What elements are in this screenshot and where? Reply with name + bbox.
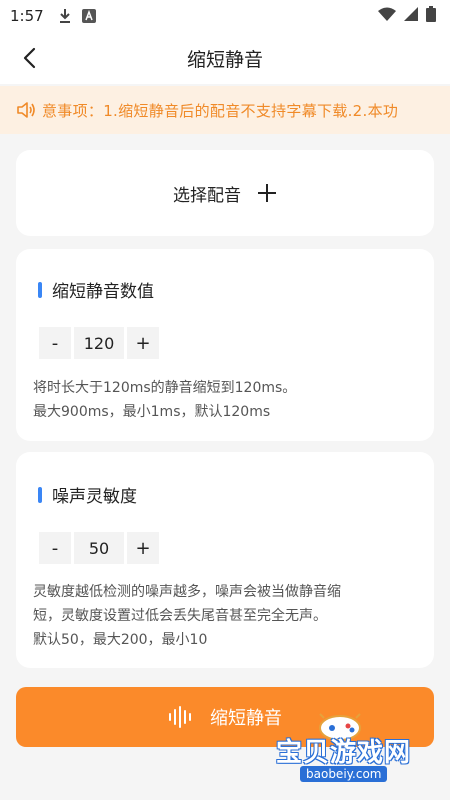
noise-description: 灵敏度越低检测的噪声越多，噪声会被当做静音缩 短，灵敏度设置过低会丢失尾音甚至完… <box>33 580 418 652</box>
status-time: 1:57 <box>10 7 44 25</box>
silence-desc-line: 最大900ms，最小1ms，默认120ms <box>33 404 271 420</box>
silence-stepper: - 120 + <box>39 327 159 359</box>
silence-description: 将时长大于120ms的静音缩短到120ms。 最大900ms，最小1ms，默认1… <box>33 376 418 424</box>
section-marker <box>38 486 42 503</box>
noise-value[interactable]: 50 <box>74 532 124 564</box>
silence-increment-button[interactable]: + <box>127 327 159 359</box>
notice-text: 意事项：1.缩短静音后的配音不支持字幕下载.2.本功 <box>42 101 399 120</box>
noise-section-title: 噪声灵敏度 <box>52 487 137 507</box>
chevron-left-icon <box>23 47 36 69</box>
silence-desc-line: 将时长大于120ms的静音缩短到120ms。 <box>33 380 297 396</box>
noise-desc-line: 默认50，最大200，最小10 <box>33 632 208 648</box>
silence-value[interactable]: 120 <box>74 327 124 359</box>
status-bar: 1:57 <box>0 0 450 32</box>
notice-banner: 意事项：1.缩短静音后的配音不支持字幕下载.2.本功 <box>0 86 450 134</box>
section-marker <box>38 281 42 298</box>
silence-section-header: 缩短静音数值 <box>38 277 154 302</box>
noise-desc-line: 短，灵敏度设置过低会丢失尾音甚至完全无声。 <box>33 608 327 624</box>
shorten-silence-label: 缩短静音 <box>210 708 282 729</box>
download-icon <box>58 8 72 24</box>
watermark-text: 宝贝游戏网 <box>276 738 412 768</box>
waveform-icon <box>168 706 194 728</box>
noise-settings-card: 噪声灵敏度 - 50 + 灵敏度越低检测的噪声越多，噪声会被当做静音缩 短，灵敏… <box>16 452 434 668</box>
battery-icon <box>426 6 436 26</box>
silence-decrement-button[interactable]: - <box>39 327 71 359</box>
plus-icon <box>257 183 277 203</box>
noise-stepper: - 50 + <box>39 532 159 564</box>
a-badge-icon <box>81 9 96 23</box>
wifi-icon <box>378 7 396 25</box>
noise-increment-button[interactable]: + <box>127 532 159 564</box>
select-dub-button[interactable]: 选择配音 <box>16 150 434 236</box>
signal-icon <box>404 7 418 25</box>
speaker-icon <box>16 101 36 119</box>
select-dub-label: 选择配音 <box>173 185 241 206</box>
silence-section-title: 缩短静音数值 <box>52 282 154 302</box>
watermark-url: baobeiy.com <box>300 766 388 782</box>
app-header: 缩短静音 <box>0 32 450 84</box>
back-button[interactable] <box>16 45 42 71</box>
noise-desc-line: 灵敏度越低检测的噪声越多，噪声会被当做静音缩 <box>33 584 341 600</box>
noise-decrement-button[interactable]: - <box>39 532 71 564</box>
noise-section-header: 噪声灵敏度 <box>38 482 137 507</box>
page-title: 缩短静音 <box>186 48 263 71</box>
silence-settings-card: 缩短静音数值 - 120 + 将时长大于120ms的静音缩短到120ms。 最大… <box>16 249 434 441</box>
watermark: 宝贝游戏网 baobeiy.com <box>276 708 446 788</box>
